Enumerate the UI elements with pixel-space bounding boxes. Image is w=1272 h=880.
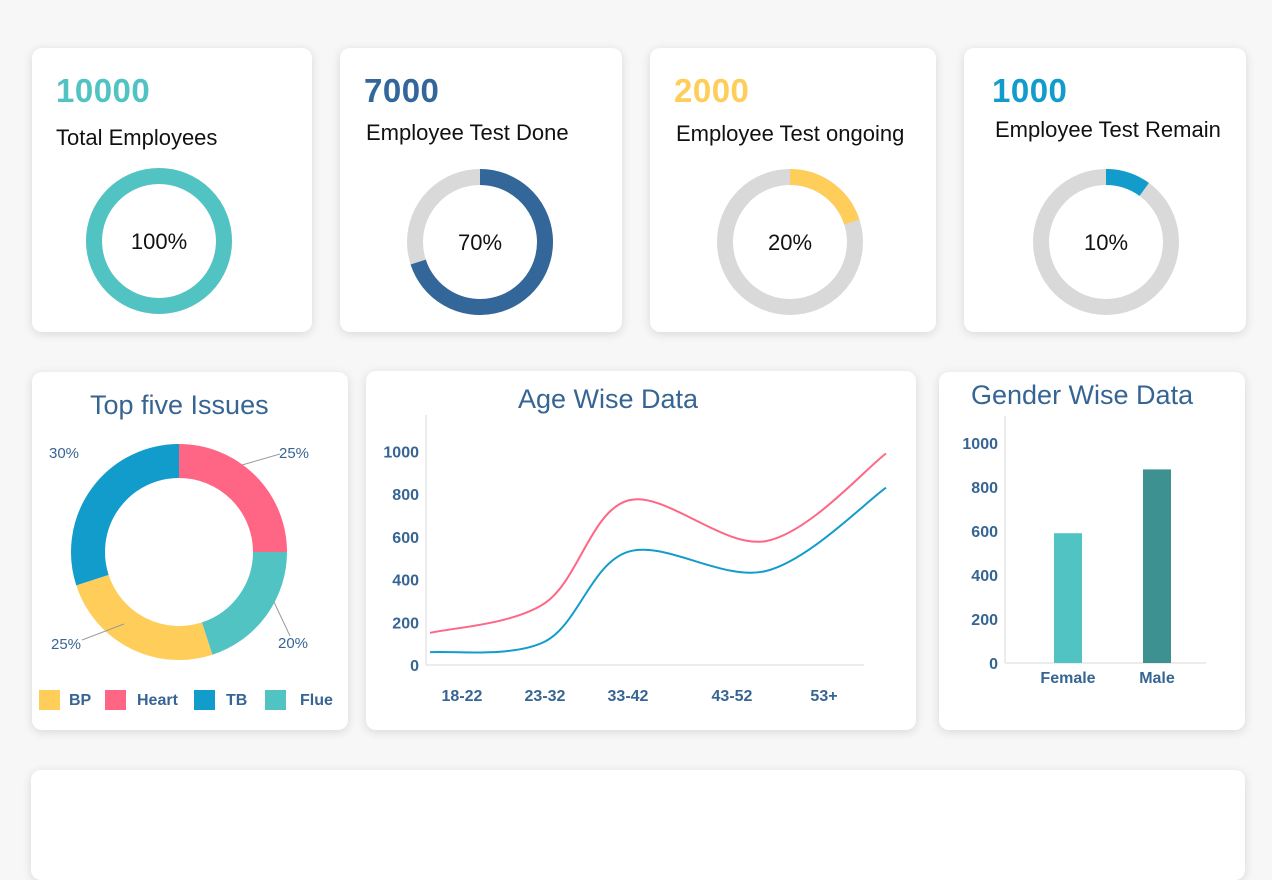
- x-tick-label: 23-32: [525, 688, 566, 705]
- kpi-label: Employee Test ongoing: [676, 121, 905, 146]
- bar-male: [1143, 469, 1171, 663]
- x-tick-label: 43-52: [712, 688, 753, 705]
- bar-female: [1054, 533, 1082, 663]
- legend-label: TB: [226, 692, 247, 709]
- kpi-percent: 100%: [131, 229, 187, 254]
- age-line-chart: 0 200 400 600 800 1000 18-22 23-32 33-42 43-52 53+: [383, 415, 887, 705]
- kpi-value: 2000: [674, 72, 750, 109]
- slice-flue: [201, 551, 287, 655]
- kpi-card-total: 10000 Total Employees 100%: [32, 48, 312, 332]
- kpi-donut: 100%: [86, 168, 232, 314]
- kpi-label: Total Employees: [56, 125, 218, 150]
- x-tick-label: 18-22: [442, 688, 483, 705]
- y-tick-label: 0: [410, 658, 419, 675]
- x-tick-label: Male: [1139, 670, 1175, 687]
- kpi-value: 1000: [992, 72, 1068, 109]
- y-tick-label: 400: [392, 573, 419, 590]
- kpi-card-remain: 1000 Employee Test Remain 10%: [964, 48, 1246, 332]
- slice-label: 25%: [279, 445, 309, 462]
- kpi-percent: 70%: [458, 230, 502, 255]
- bottom-panel: [31, 770, 1245, 880]
- y-tick-label: 200: [971, 612, 998, 629]
- slice-label: 25%: [51, 636, 81, 653]
- gender-card: Gender Wise Data 0 200 400 600 800 1000 Female…: [939, 372, 1245, 730]
- y-tick-label: 400: [971, 568, 998, 585]
- series-line: [429, 486, 887, 654]
- y-tick-label: 1000: [383, 444, 419, 461]
- y-tick-label: 600: [392, 530, 419, 547]
- slice-label: 20%: [278, 635, 308, 652]
- y-tick-label: 800: [392, 487, 419, 504]
- kpi-value: 7000: [364, 72, 440, 109]
- x-tick-label: 33-42: [608, 688, 649, 705]
- y-tick-label: 200: [392, 615, 419, 632]
- legend-label: Heart: [137, 692, 179, 709]
- age-card: Age Wise Data 0 200 400 600 800 1000 18-22 23-3…: [366, 371, 916, 730]
- x-tick-label: 53+: [810, 688, 837, 705]
- kpi-donut: 70%: [407, 169, 553, 315]
- legend-swatch: [39, 690, 60, 710]
- kpi-label: Employee Test Done: [366, 120, 569, 145]
- kpi-donut: 20%: [717, 169, 863, 315]
- legend-swatch: [105, 690, 126, 710]
- leader-line: [273, 601, 291, 637]
- y-tick-label: 1000: [962, 436, 998, 453]
- leader-line: [241, 453, 281, 466]
- x-tick-label: Female: [1040, 670, 1095, 687]
- slice-label: 30%: [49, 445, 79, 462]
- legend-label: BP: [69, 692, 92, 709]
- gender-bar-chart: 0 200 400 600 800 1000 Female Male: [962, 416, 1206, 687]
- y-tick-label: 600: [971, 524, 998, 541]
- y-tick-label: 0: [989, 656, 998, 673]
- issues-card: Top five Issues 25% 20% 25% 30% BP Heart TB Flu…: [32, 372, 348, 730]
- kpi-percent: 20%: [768, 230, 812, 255]
- issues-donut-chart: 25% 20% 25% 30% BP Heart TB Flue: [39, 444, 333, 710]
- kpi-value: 10000: [56, 72, 151, 109]
- slice-tb: [71, 444, 180, 586]
- legend-label: Flue: [300, 692, 333, 709]
- kpi-label: Employee Test Remain: [995, 117, 1221, 142]
- legend-swatch: [194, 690, 215, 710]
- slice-bp: [76, 574, 213, 660]
- kpi-card-ongoing: 2000 Employee Test ongoing 20%: [650, 48, 936, 332]
- kpi-donut: 10%: [1033, 169, 1179, 315]
- slice-heart: [178, 444, 287, 553]
- kpi-donut-arc: [789, 169, 860, 225]
- y-tick-label: 800: [971, 480, 998, 497]
- legend-swatch: [265, 690, 286, 710]
- kpi-donut-arc: [1105, 169, 1149, 197]
- kpi-card-done: 7000 Employee Test Done 70%: [340, 48, 622, 332]
- kpi-percent: 10%: [1084, 230, 1128, 255]
